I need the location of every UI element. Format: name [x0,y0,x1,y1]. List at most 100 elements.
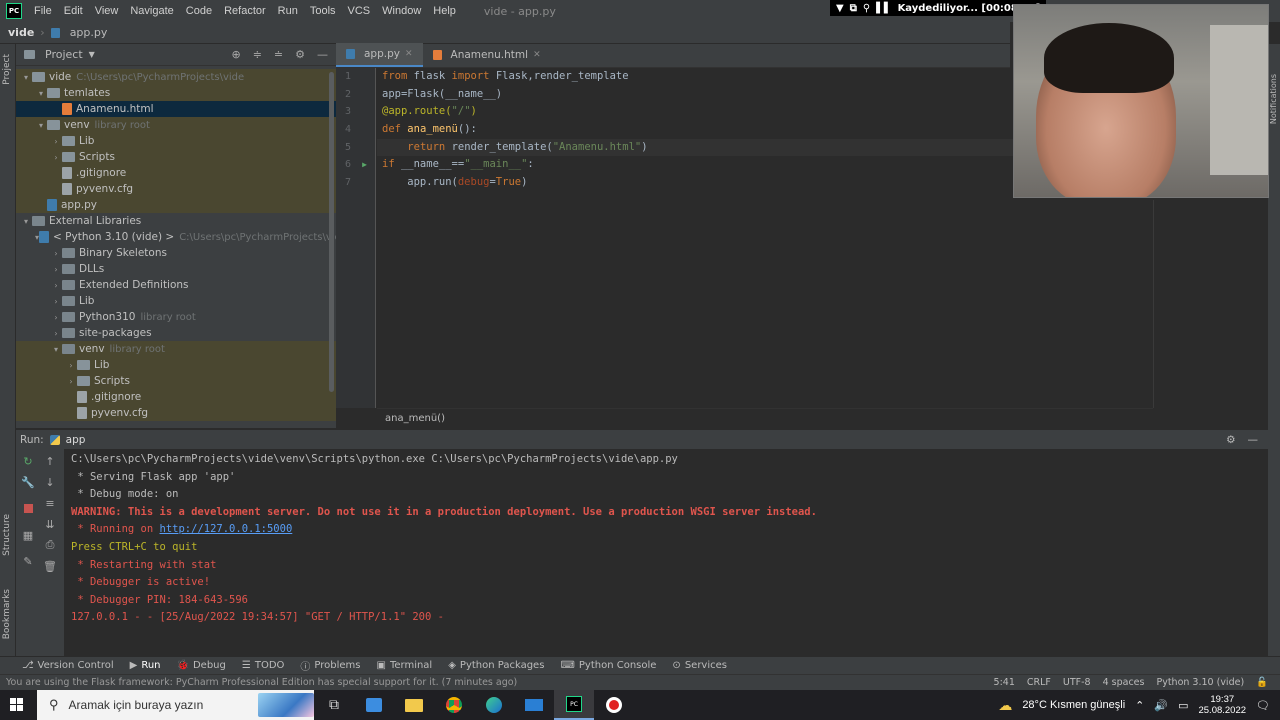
nav-project[interactable]: vide [8,26,34,39]
tree-item[interactable]: › site-packages [16,325,336,341]
tool-tab-todo[interactable]: ☰ TODO [242,660,285,671]
close-icon[interactable]: ✕ [405,49,413,59]
server-url-link[interactable]: http://127.0.0.1:5000 [160,523,293,535]
collapse-all-icon[interactable]: ≐ [274,48,283,61]
chevron-down-icon[interactable]: ▾ [50,345,62,354]
menu-edit[interactable]: Edit [58,5,89,17]
tree-item[interactable]: › Scripts [16,149,336,165]
gear-icon[interactable]: ⚙ [1226,434,1235,446]
menu-help[interactable]: Help [427,5,462,17]
scroll-down-icon[interactable]: ↓ [42,474,58,490]
chevron-right-icon[interactable]: › [50,249,62,258]
tree-item[interactable]: › Extended Definitions [16,277,336,293]
tree-item[interactable]: ▾ External Libraries [16,213,336,229]
menu-view[interactable]: View [89,5,125,17]
tree-item[interactable]: › Lib [16,133,336,149]
wrench-icon[interactable]: 🔧 [20,474,36,490]
tool-tab-problems[interactable]: ⓘ Problems [300,658,360,673]
menu-code[interactable]: Code [180,5,218,17]
tree-item[interactable]: ▾ venv library root [16,341,336,357]
trash-icon[interactable]: 🗑 [42,558,58,574]
tree-item[interactable]: › Python310 library root [16,309,336,325]
notifications-tool-button[interactable]: Notifications [1269,74,1278,124]
chevron-right-icon[interactable]: › [65,377,77,386]
tree-item[interactable]: › Scripts [16,373,336,389]
task-view-icon[interactable]: ⧉ [314,690,354,720]
chevron-right-icon[interactable]: › [50,137,62,146]
menu-file[interactable]: File [28,5,58,17]
interpreter-selector[interactable]: Python 3.10 (vide) [1156,677,1244,688]
menu-tools[interactable]: Tools [304,5,342,17]
weather-icon[interactable]: ☁ [998,697,1012,714]
menu-window[interactable]: Window [376,5,427,17]
tree-item[interactable]: ▾ < Python 3.10 (vide) > C:\Users\pc\Pycha… [16,229,375,245]
scroll-to-end-icon[interactable]: ⇊ [42,516,58,532]
tree-item[interactable]: pyvenv.cfg [16,181,336,197]
recorder-dropdown-icon[interactable]: ▼ [836,3,844,14]
line-separator[interactable]: CRLF [1027,677,1051,688]
status-message[interactable]: You are using the Flask framework: PyCha… [6,677,517,688]
volume-icon[interactable]: 🔊 [1154,699,1168,712]
store-icon[interactable] [354,690,394,720]
tool-tab-debug[interactable]: 🐞 Debug [177,660,226,671]
chevron-right-icon[interactable]: › [50,265,62,274]
tool-tab-terminal[interactable]: ▣ Terminal [377,660,433,671]
chevron-right-icon[interactable]: › [50,297,62,306]
recorder-window-icon[interactable]: ⧉ [850,3,857,14]
bookmarks-tool-button[interactable]: Bookmarks [2,589,12,639]
lock-icon[interactable]: 🔓 [1256,677,1268,688]
chevron-right-icon[interactable]: › [50,329,62,338]
tree-item[interactable]: .gitignore [16,389,336,405]
tree-item[interactable]: ▾ vide C:\Users\pc\PycharmProjects\vide [16,69,336,85]
pin-icon[interactable]: ✎ [20,553,36,569]
clock[interactable]: 19:37 25.08.2022 [1198,694,1246,716]
close-icon[interactable]: ✕ [533,50,541,60]
recorder-icon[interactable] [594,690,634,720]
tree-item[interactable]: › Lib [16,357,336,373]
tool-tab-services[interactable]: ⊙ Services [672,660,727,671]
chevron-right-icon[interactable]: › [50,153,62,162]
project-panel-title[interactable]: Project [45,48,83,61]
tool-tab-version-control[interactable]: ⎇ Version Control [22,660,114,671]
tree-item[interactable]: pyvenv.cfg [16,405,336,421]
expand-all-icon[interactable]: ≑ [253,48,262,61]
project-tool-button[interactable]: Project [2,54,12,85]
tool-tab-run[interactable]: ▶ Run [130,660,161,671]
print-icon[interactable]: ⎙ [42,537,58,553]
menu-navigate[interactable]: Navigate [124,5,179,17]
function-breadcrumb[interactable]: ana_menü() [385,413,445,424]
run-config-tab[interactable]: app [66,434,86,446]
menu-vcs[interactable]: VCS [342,5,377,17]
chevron-right-icon[interactable]: › [65,361,77,370]
chevron-right-icon[interactable]: › [50,313,62,322]
chevron-down-icon[interactable]: ▾ [35,121,47,130]
mail-icon[interactable] [514,690,554,720]
structure-tool-button[interactable]: Structure [2,514,12,556]
chevron-right-icon[interactable]: › [50,281,62,290]
network-icon[interactable]: ▭ [1178,699,1188,712]
tree-item[interactable]: › DLLs [16,261,336,277]
tree-item[interactable]: ▾ temlates [16,85,336,101]
rerun-icon[interactable]: ↻ [20,453,36,469]
run-gutter-icon[interactable]: ▶ [362,156,367,174]
tool-tab-python-console[interactable]: ⌨ Python Console [560,660,656,671]
scroll-up-icon[interactable]: ↑ [42,453,58,469]
tray-chevron-icon[interactable]: ⌃ [1135,699,1144,712]
weather-text[interactable]: 28°C Kısmen güneşli [1022,699,1125,711]
file-explorer-icon[interactable] [394,690,434,720]
chevron-down-icon[interactable]: ▾ [20,217,32,226]
tool-tab-python-packages[interactable]: ◈ Python Packages [448,660,544,671]
hide-icon[interactable]: — [1248,434,1259,446]
tree-item[interactable]: › Lib [16,293,336,309]
recorder-pause-icon[interactable]: ▌▌ [876,3,891,14]
tree-scrollbar[interactable] [329,72,334,392]
menu-run[interactable]: Run [272,5,304,17]
notification-center-icon[interactable]: 🗨 [1256,699,1270,712]
nav-file[interactable]: app.py [70,26,108,39]
file-encoding[interactable]: UTF-8 [1063,677,1091,688]
tree-item[interactable]: .gitignore [16,165,336,181]
pycharm-taskbar-icon[interactable]: PC [554,690,594,720]
recorder-search-icon[interactable]: ⚲ [863,3,870,14]
menu-refactor[interactable]: Refactor [218,5,272,17]
gear-icon[interactable]: ⚙ [295,48,305,61]
